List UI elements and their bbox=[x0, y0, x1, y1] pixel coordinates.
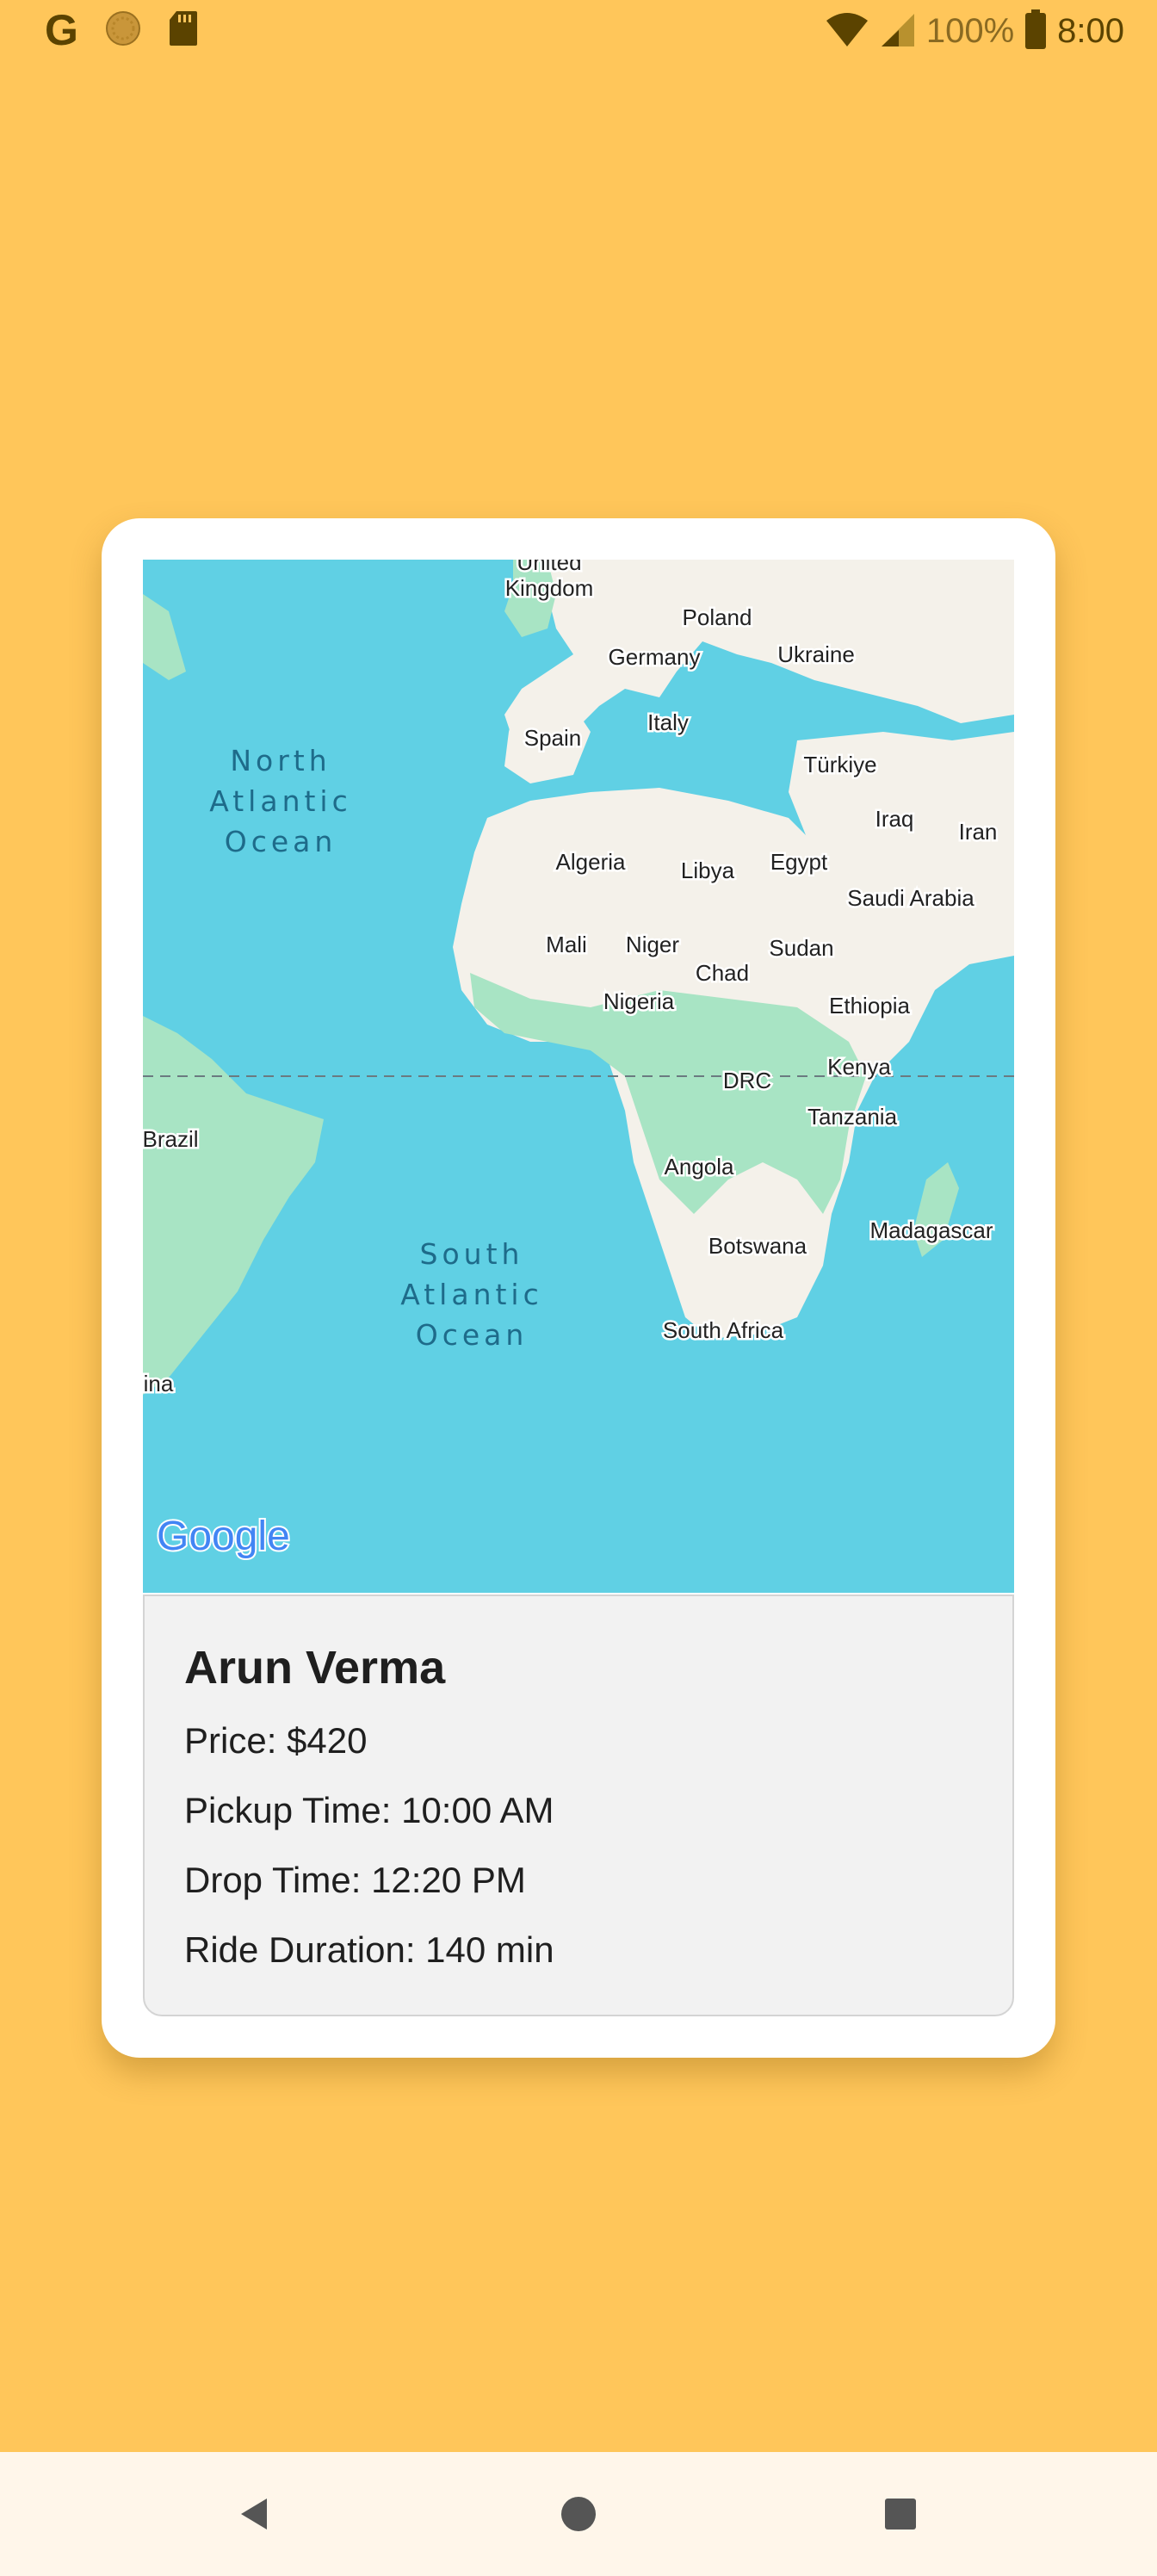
country-label-ukraine: Ukraine bbox=[777, 641, 855, 667]
media-disc-icon bbox=[104, 9, 142, 52]
ride-duration-value: 140 min bbox=[425, 1929, 554, 1970]
country-label-turkiye: Türkiye bbox=[803, 752, 876, 777]
ride-duration-row: Ride Duration140 min bbox=[184, 1929, 554, 1971]
country-label-drc: DRC bbox=[723, 1068, 771, 1093]
country-label-italy: Italy bbox=[647, 709, 689, 735]
country-label-kingdom: Kingdom bbox=[505, 575, 594, 601]
country-label-spain: Spain bbox=[524, 725, 582, 751]
price-label: Price bbox=[184, 1720, 287, 1761]
status-left-icons: G bbox=[45, 9, 199, 52]
ocean-label-south-1: South bbox=[420, 1237, 524, 1271]
country-label-south-africa: South Africa bbox=[663, 1317, 784, 1343]
recents-icon bbox=[885, 2499, 916, 2530]
google-g-icon: G bbox=[45, 6, 78, 54]
country-label-ina: ina bbox=[144, 1371, 174, 1396]
country-label-sudan: Sudan bbox=[769, 935, 833, 961]
back-icon bbox=[241, 2499, 267, 2530]
country-label-niger: Niger bbox=[626, 932, 679, 957]
country-label-iran: Iran bbox=[959, 819, 998, 845]
pickup-time-row: Pickup Time10:00 AM bbox=[184, 1790, 554, 1831]
country-label-chad: Chad bbox=[696, 960, 749, 986]
country-label-egypt: Egypt bbox=[770, 849, 828, 875]
ocean-label-south-3: Ocean bbox=[416, 1318, 529, 1352]
status-right: 100% 8:00 bbox=[825, 7, 1124, 55]
ocean-label-north-2: Atlantic bbox=[209, 784, 352, 818]
country-label-nigeria: Nigeria bbox=[603, 988, 675, 1014]
navigation-bar bbox=[0, 2452, 1157, 2576]
price-row: Price$420 bbox=[184, 1720, 367, 1762]
back-button[interactable] bbox=[227, 2486, 282, 2542]
country-label-germany: Germany bbox=[609, 644, 701, 670]
map-view[interactable]: North Atlantic Ocean South Atlantic Ocea… bbox=[143, 560, 1014, 1593]
drop-time-value: 12:20 PM bbox=[371, 1860, 526, 1900]
status-bar: G 100% 8:00 bbox=[0, 0, 1157, 62]
country-label-poland: Poland bbox=[683, 604, 752, 630]
country-label-angola: Angola bbox=[665, 1154, 734, 1180]
ocean-label-north-3: Ocean bbox=[225, 825, 337, 858]
pickup-time-label: Pickup Time bbox=[184, 1790, 401, 1830]
country-label-saudi-arabia: Saudi Arabia bbox=[847, 885, 974, 911]
ride-info-panel: Arun Verma Price$420 Pickup Time10:00 AM… bbox=[143, 1595, 1014, 2016]
country-label-botswana: Botswana bbox=[708, 1233, 807, 1259]
country-label-brazil: Brazil bbox=[143, 1126, 199, 1152]
drop-time-label: Drop Time bbox=[184, 1860, 371, 1900]
price-value: $420 bbox=[287, 1720, 368, 1761]
home-button[interactable] bbox=[551, 2486, 606, 2542]
land-greenland-edge bbox=[143, 594, 186, 680]
country-label-madagascar: Madagascar bbox=[869, 1217, 993, 1243]
home-icon bbox=[561, 2497, 596, 2531]
drop-time-row: Drop Time12:20 PM bbox=[184, 1860, 526, 1901]
country-label-united: United bbox=[517, 560, 581, 575]
battery-icon bbox=[1024, 9, 1047, 53]
country-label-ethiopia: Ethiopia bbox=[829, 993, 910, 1019]
pickup-time-value: 10:00 AM bbox=[401, 1790, 554, 1830]
country-label-tanzania: Tanzania bbox=[807, 1104, 898, 1130]
country-label-mali: Mali bbox=[546, 932, 587, 957]
country-label-algeria: Algeria bbox=[556, 849, 626, 875]
ride-card[interactable]: North Atlantic Ocean South Atlantic Ocea… bbox=[102, 518, 1055, 2058]
country-label-iraq: Iraq bbox=[875, 806, 914, 832]
cell-signal-icon bbox=[880, 10, 916, 53]
clock: 8:00 bbox=[1057, 12, 1124, 50]
recents-button[interactable] bbox=[873, 2486, 928, 2542]
country-label-kenya: Kenya bbox=[827, 1054, 891, 1080]
ocean-label-north-1: North bbox=[230, 744, 331, 777]
land-brazil bbox=[143, 1016, 324, 1395]
map-canvas: North Atlantic Ocean South Atlantic Ocea… bbox=[143, 560, 1014, 1561]
ride-duration-label: Ride Duration bbox=[184, 1929, 425, 1970]
country-label-libya: Libya bbox=[681, 858, 735, 883]
wifi-icon bbox=[825, 10, 869, 53]
google-attribution-logo: Google bbox=[157, 1514, 290, 1559]
ocean-label-south-2: Atlantic bbox=[400, 1278, 543, 1311]
sd-card-icon bbox=[168, 9, 199, 52]
battery-percent: 100% bbox=[925, 12, 1015, 50]
driver-name: Arun Verma bbox=[184, 1642, 446, 1694]
